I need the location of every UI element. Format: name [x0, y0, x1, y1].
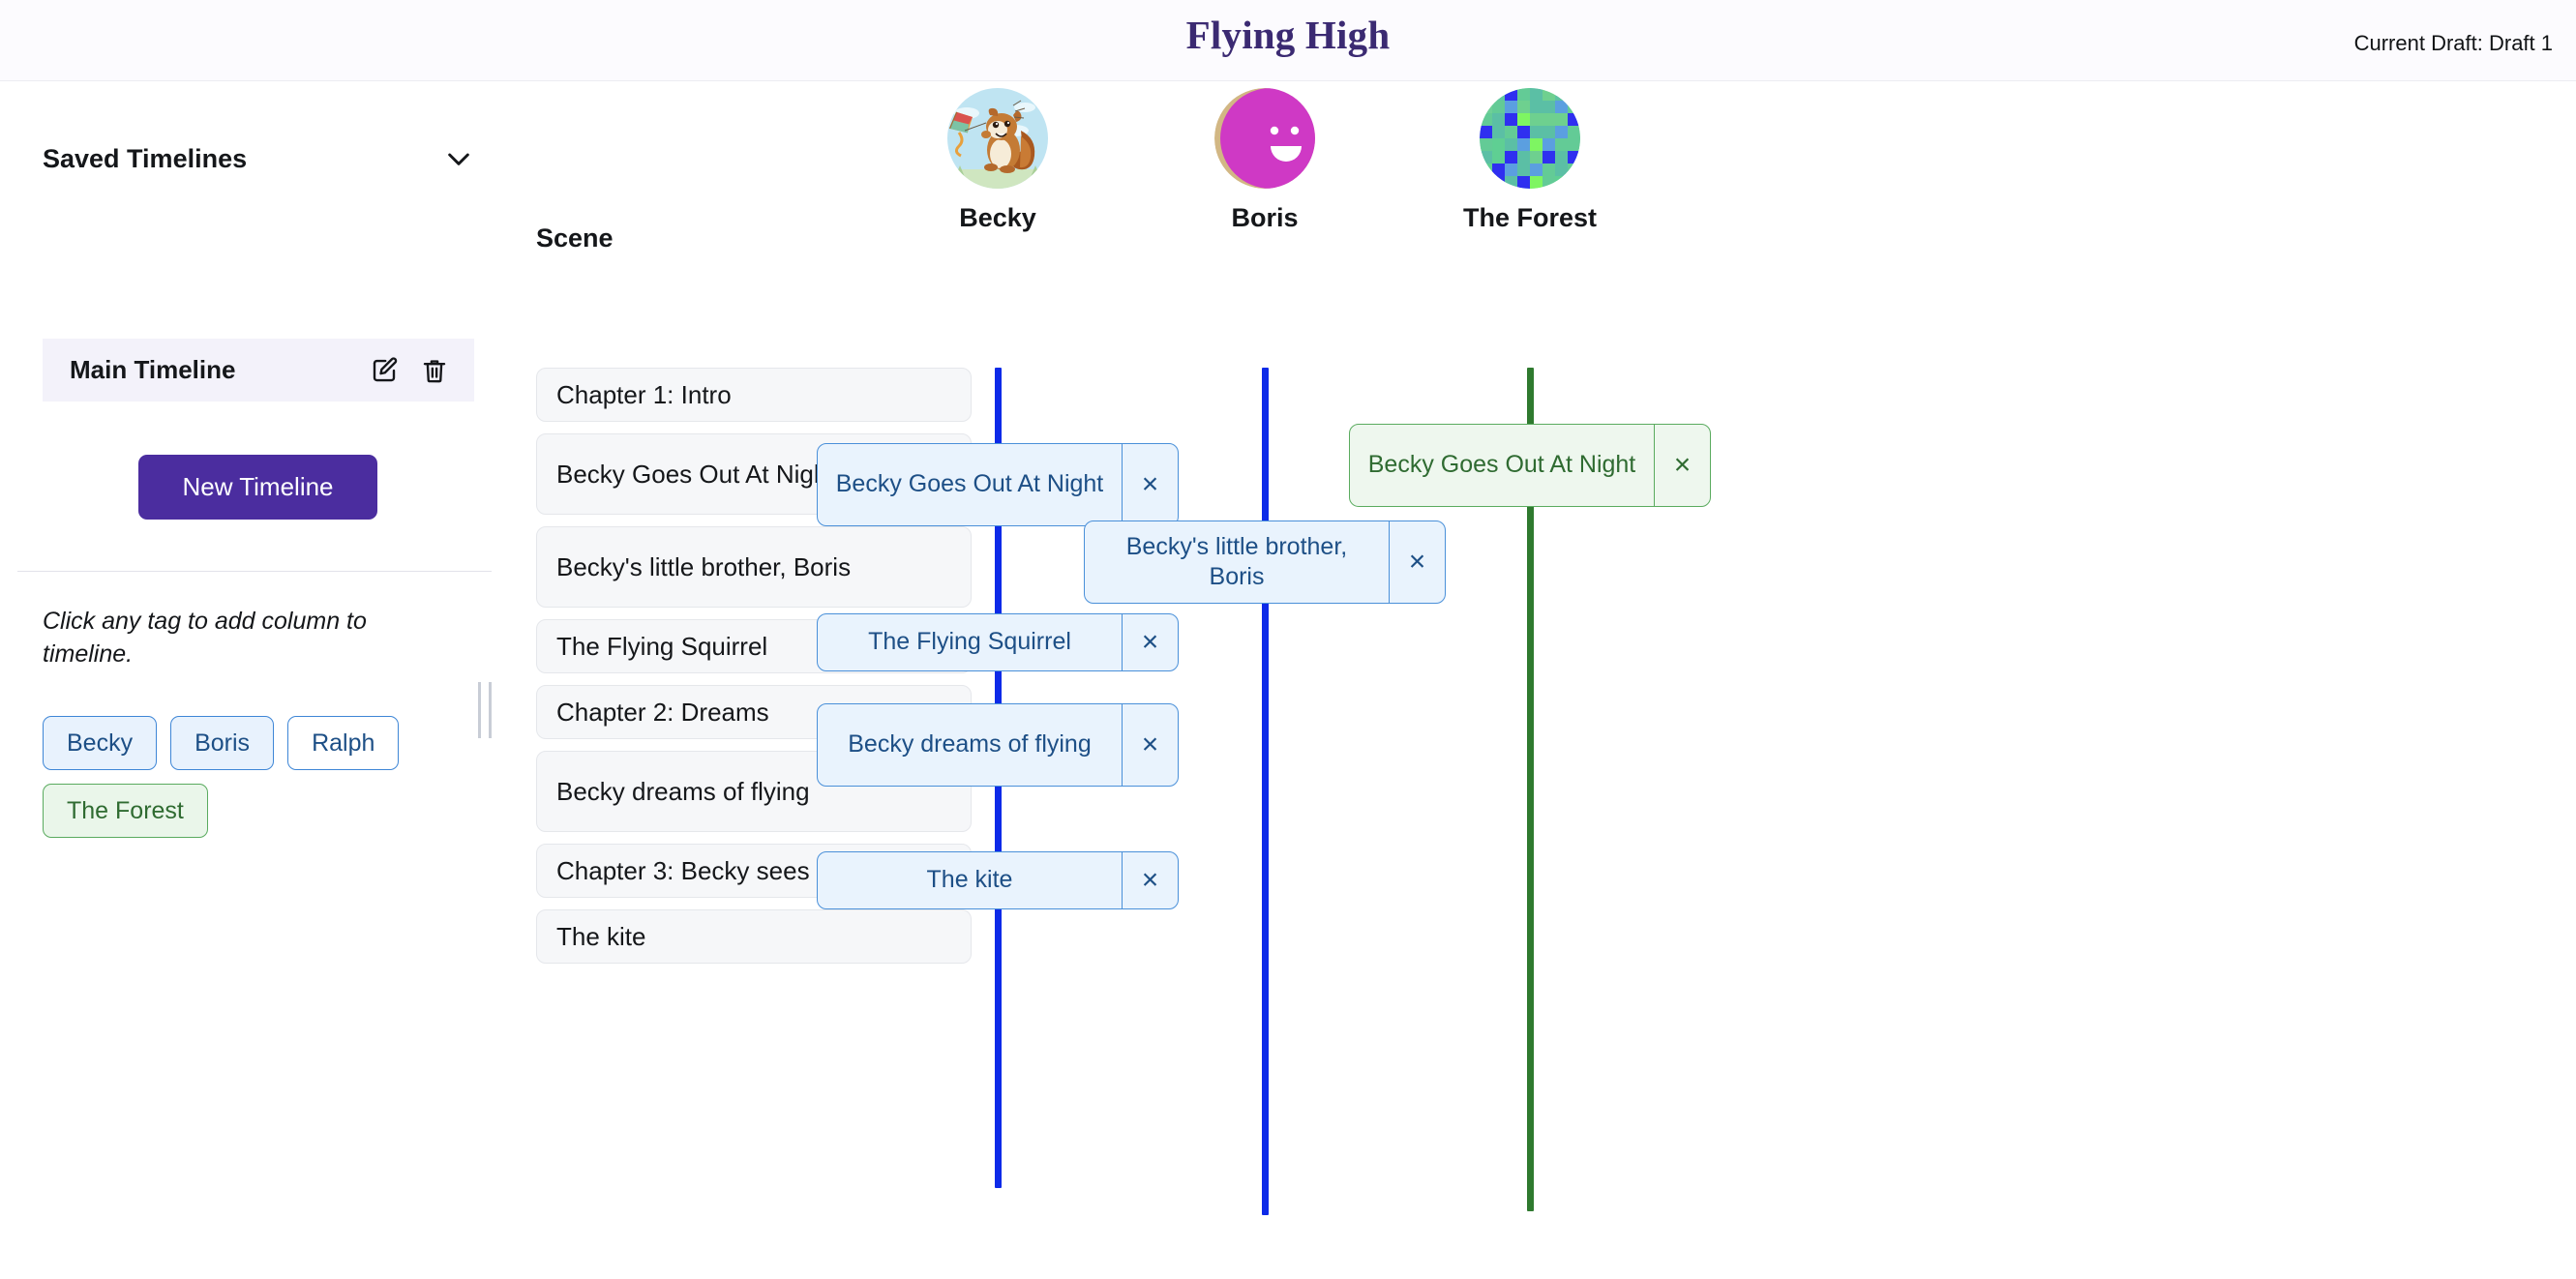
event-card[interactable]: Becky dreams of flying × [817, 703, 1179, 787]
close-icon[interactable]: × [1654, 425, 1710, 506]
timeline-name: Main Timeline [70, 355, 236, 384]
event-card[interactable]: Becky's little brother, Boris × [1084, 521, 1446, 604]
event-label: Becky's little brother, Boris [1125, 532, 1348, 590]
close-icon[interactable]: × [1389, 521, 1445, 603]
timeline-line-boris [1262, 368, 1269, 1215]
event-card[interactable]: The Flying Squirrel × [817, 613, 1179, 671]
squirrel-kite-avatar [947, 88, 1048, 189]
saved-timelines-title: Saved Timelines [43, 143, 248, 173]
close-icon[interactable]: × [1122, 444, 1178, 525]
scene-label: Becky Goes Out At Night [556, 459, 835, 489]
event-label: The kite [926, 866, 1013, 894]
scene-label: Chapter 1: Intro [556, 379, 732, 409]
scene-label: Becky dreams of flying [556, 776, 810, 806]
close-icon[interactable]: × [1122, 852, 1178, 908]
event-label: The Flying Squirrel [868, 628, 1071, 656]
trash-icon[interactable] [418, 354, 451, 387]
character-name: The Forest [1462, 203, 1598, 232]
new-timeline-button[interactable]: New Timeline [138, 455, 377, 520]
close-icon[interactable]: × [1122, 614, 1178, 670]
chevron-down-icon[interactable] [443, 143, 474, 174]
tag-becky[interactable]: Becky [43, 716, 158, 770]
close-icon[interactable]: × [1122, 704, 1178, 786]
pixel-mosaic-avatar [1480, 88, 1580, 189]
page-title: Flying High [1185, 13, 1391, 57]
sidebar: Saved Timelines Main Timeline New Timeli… [0, 82, 513, 1279]
magenta-smiley-avatar [1214, 88, 1315, 189]
event-card[interactable]: Becky Goes Out At Night × [1349, 424, 1711, 507]
sidebar-divider [17, 571, 492, 572]
event-label: Becky Goes Out At Night [1367, 451, 1636, 479]
scene-row[interactable]: Chapter 1: Intro [536, 368, 972, 422]
sidebar-item-main-timeline[interactable]: Main Timeline [43, 339, 474, 402]
timeline-board: Scene Chapter 1: Intro Becky Goes Out At … [478, 82, 2576, 1279]
event-card[interactable]: The kite × [817, 851, 1179, 909]
scene-label: The Flying Squirrel [556, 631, 768, 661]
scene-row[interactable]: Becky's little brother, Boris [536, 526, 972, 608]
tag-boris[interactable]: Boris [170, 716, 275, 770]
event-label: Becky Goes Out At Night [835, 470, 1104, 498]
saved-timelines-header[interactable]: Saved Timelines [43, 142, 474, 175]
edit-pencil-icon[interactable] [368, 354, 401, 387]
tag-ralph[interactable]: Ralph [287, 716, 400, 770]
tag-the-forest[interactable]: The Forest [43, 784, 208, 838]
event-card[interactable]: Becky Goes Out At Night × [817, 443, 1179, 526]
scene-label: The kite [556, 921, 646, 951]
scene-column-header: Scene [536, 223, 614, 253]
top-bar: Flying High Current Draft: Draft 1 [0, 0, 2576, 81]
current-draft-status: Current Draft: Draft 1 [2353, 31, 2553, 55]
scene-drag-handle[interactable] [478, 682, 492, 738]
tag-hint-text: Click any tag to add column to timeline. [43, 608, 367, 669]
event-label: Becky dreams of flying [848, 730, 1092, 758]
scene-label: Chapter 2: Dreams [556, 697, 769, 727]
scene-row[interactable]: The kite [536, 909, 972, 964]
scene-label: Becky's little brother, Boris [556, 551, 852, 581]
tag-list: Becky Boris Ralph The Forest [43, 716, 459, 838]
